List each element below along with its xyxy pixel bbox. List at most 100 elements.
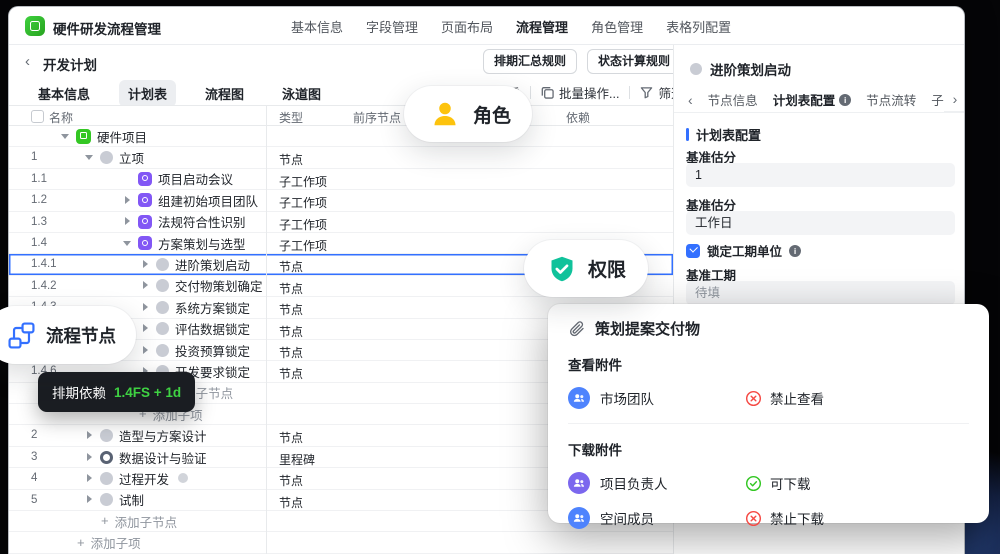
row-type-icon bbox=[100, 429, 113, 443]
row-name: 法规符合性识别 bbox=[158, 216, 246, 231]
table-row[interactable]: 1 立项 节点 bbox=[9, 147, 673, 169]
row-name-cell[interactable]: 数据设计与验证 bbox=[85, 447, 207, 467]
lock-duration-checkbox[interactable] bbox=[686, 243, 700, 258]
row-name-cell[interactable]: 交付物策划确定 bbox=[141, 276, 263, 296]
row-name-cell[interactable]: 项目启动会议 bbox=[123, 169, 233, 189]
nav-item-basic-info[interactable]: 基本信息 bbox=[291, 17, 343, 36]
row-type: 节点 bbox=[279, 153, 304, 168]
expand-arrow-icon[interactable] bbox=[123, 217, 132, 226]
paperclip-icon bbox=[569, 320, 584, 336]
permission-status: 禁止下载 bbox=[745, 508, 824, 528]
status-calc-rule-button[interactable]: 状态计算规则 bbox=[587, 49, 682, 74]
flowchart-icon bbox=[8, 321, 35, 349]
row-name: 组建初始项目团队 bbox=[158, 194, 259, 209]
tab-swimlane[interactable]: 泳道图 bbox=[273, 80, 330, 107]
app-logo-icon bbox=[25, 16, 45, 36]
baseline-score-input[interactable]: 1 bbox=[686, 163, 955, 187]
permission-row: 市场团队 禁止查看 bbox=[568, 387, 969, 409]
row-name-cell[interactable]: 评估数据锁定 bbox=[141, 319, 250, 339]
permission-row: 空间成员 禁止下载 bbox=[568, 507, 969, 529]
table-row[interactable]: 1.1 项目启动会议 子工作项 bbox=[9, 169, 673, 191]
permission-feature-pill[interactable]: 权限 bbox=[524, 240, 648, 297]
row-name-cell[interactable]: 硬件项目 bbox=[61, 126, 147, 146]
expand-arrow-icon[interactable] bbox=[85, 153, 94, 162]
nav-item-role-mgmt[interactable]: 角色管理 bbox=[591, 17, 643, 36]
tab-plan-table[interactable]: 计划表 bbox=[119, 79, 177, 107]
section-download-attachments: 下载附件 bbox=[568, 443, 622, 458]
panel-tab-node-flow[interactable]: 节点流转 bbox=[866, 90, 916, 109]
chevron-right-icon[interactable]: › bbox=[944, 87, 964, 112]
row-type: 节点 bbox=[279, 303, 304, 318]
flow-node-feature-pill[interactable]: 流程节点 bbox=[0, 306, 136, 364]
expand-arrow-icon[interactable] bbox=[141, 345, 150, 355]
row-type: 节点 bbox=[279, 474, 304, 489]
info-icon: i bbox=[789, 244, 802, 257]
popup-divider bbox=[568, 423, 969, 424]
deny-icon bbox=[745, 390, 762, 406]
top-nav: 基本信息 字段管理 页面布局 流程管理 角色管理 表格列配置 bbox=[291, 7, 731, 45]
panel-tab-plan-config[interactable]: 计划表配置 i bbox=[773, 90, 852, 109]
breadcrumb[interactable]: 开发计划 bbox=[43, 54, 97, 74]
table-row[interactable]: 硬件项目 bbox=[9, 126, 673, 148]
add-icon: + bbox=[101, 513, 109, 529]
table-row[interactable]: 1.2 组建初始项目团队 子工作项 bbox=[9, 190, 673, 212]
expand-arrow-icon[interactable] bbox=[61, 132, 70, 141]
nav-item-field-mgmt[interactable]: 字段管理 bbox=[366, 17, 418, 36]
row-name-cell[interactable]: + 添加子节点 bbox=[101, 511, 177, 531]
baseline-unit-input[interactable]: 工作日 bbox=[686, 211, 955, 235]
expand-arrow-icon[interactable] bbox=[123, 239, 132, 248]
row-name-cell[interactable]: 过程开发 bbox=[85, 468, 189, 488]
select-all-checkbox[interactable] bbox=[31, 110, 44, 123]
nav-item-process-mgmt[interactable]: 流程管理 bbox=[516, 17, 568, 36]
row-number: 1.3 bbox=[31, 215, 47, 228]
expand-arrow-icon[interactable] bbox=[123, 195, 132, 205]
expand-arrow-icon[interactable] bbox=[85, 495, 94, 504]
nav-item-table-columns[interactable]: 表格列配置 bbox=[666, 17, 731, 36]
row-name: 评估数据锁定 bbox=[175, 323, 251, 338]
dependency-value: 1.4FS + 1d bbox=[114, 384, 182, 400]
baseline-duration-input[interactable]: 待填 bbox=[686, 281, 955, 305]
nav-item-page-layout[interactable]: 页面布局 bbox=[441, 17, 493, 36]
batch-operations-tool[interactable]: 批量操作... bbox=[541, 83, 619, 102]
column-header-dependency: 依赖 bbox=[566, 111, 591, 125]
table-row[interactable]: 1.3 法规符合性识别 子工作项 bbox=[9, 212, 673, 233]
row-name: 项目启动会议 bbox=[158, 173, 234, 188]
column-header-predecessor: 前序节点 bbox=[353, 111, 402, 125]
expand-arrow-icon[interactable] bbox=[85, 473, 94, 483]
expand-arrow-icon[interactable] bbox=[141, 281, 150, 290]
chevron-left-icon[interactable]: ‹ bbox=[688, 92, 693, 108]
back-icon[interactable]: ‹ bbox=[25, 53, 30, 71]
row-number: 1 bbox=[31, 151, 38, 164]
expand-arrow-icon[interactable] bbox=[123, 174, 132, 183]
row-name-cell[interactable]: 立项 bbox=[85, 147, 144, 167]
expand-arrow-icon[interactable] bbox=[85, 431, 94, 440]
toolbar-divider bbox=[629, 85, 631, 99]
tab-basic-info[interactable]: 基本信息 bbox=[29, 80, 99, 107]
expand-arrow-icon[interactable] bbox=[141, 324, 150, 333]
expand-arrow-icon[interactable] bbox=[85, 452, 94, 462]
tab-flow-chart[interactable]: 流程图 bbox=[196, 80, 253, 107]
row-name-cell[interactable]: 系统方案锁定 bbox=[141, 297, 250, 317]
row-number: 1.4.2 bbox=[31, 279, 57, 292]
expand-arrow-icon[interactable] bbox=[141, 302, 150, 312]
table-row[interactable]: + 添加子项 bbox=[9, 532, 673, 554]
schedule-summary-rule-button[interactable]: 排期汇总规则 bbox=[483, 49, 578, 74]
team-avatar bbox=[568, 387, 590, 409]
row-type-icon bbox=[156, 343, 169, 357]
row-name-cell[interactable]: 法规符合性识别 bbox=[123, 212, 246, 232]
row-name-cell[interactable]: 造型与方案设计 bbox=[85, 425, 207, 445]
row-type-icon bbox=[100, 493, 113, 507]
expand-arrow-icon[interactable] bbox=[141, 260, 150, 269]
row-name-cell[interactable]: 进阶策划启动 bbox=[141, 254, 250, 274]
row-name: 交付物策划确定 bbox=[175, 280, 263, 295]
row-name-cell[interactable]: 试制 bbox=[85, 490, 144, 510]
row-name-cell[interactable]: 投资预算锁定 bbox=[141, 340, 250, 360]
row-name-cell[interactable]: + 添加子项 bbox=[77, 532, 141, 552]
popup-header: 策划提案交付物 bbox=[568, 318, 969, 339]
row-type: 节点 bbox=[279, 345, 304, 360]
batch-copy-icon bbox=[541, 86, 554, 99]
row-name-cell[interactable]: 方案策划与选型 bbox=[123, 233, 246, 253]
role-feature-pill[interactable]: 角色 bbox=[404, 86, 532, 142]
row-name-cell[interactable]: 组建初始项目团队 bbox=[123, 190, 258, 210]
panel-tab-node-info[interactable]: 节点信息 bbox=[708, 90, 758, 109]
